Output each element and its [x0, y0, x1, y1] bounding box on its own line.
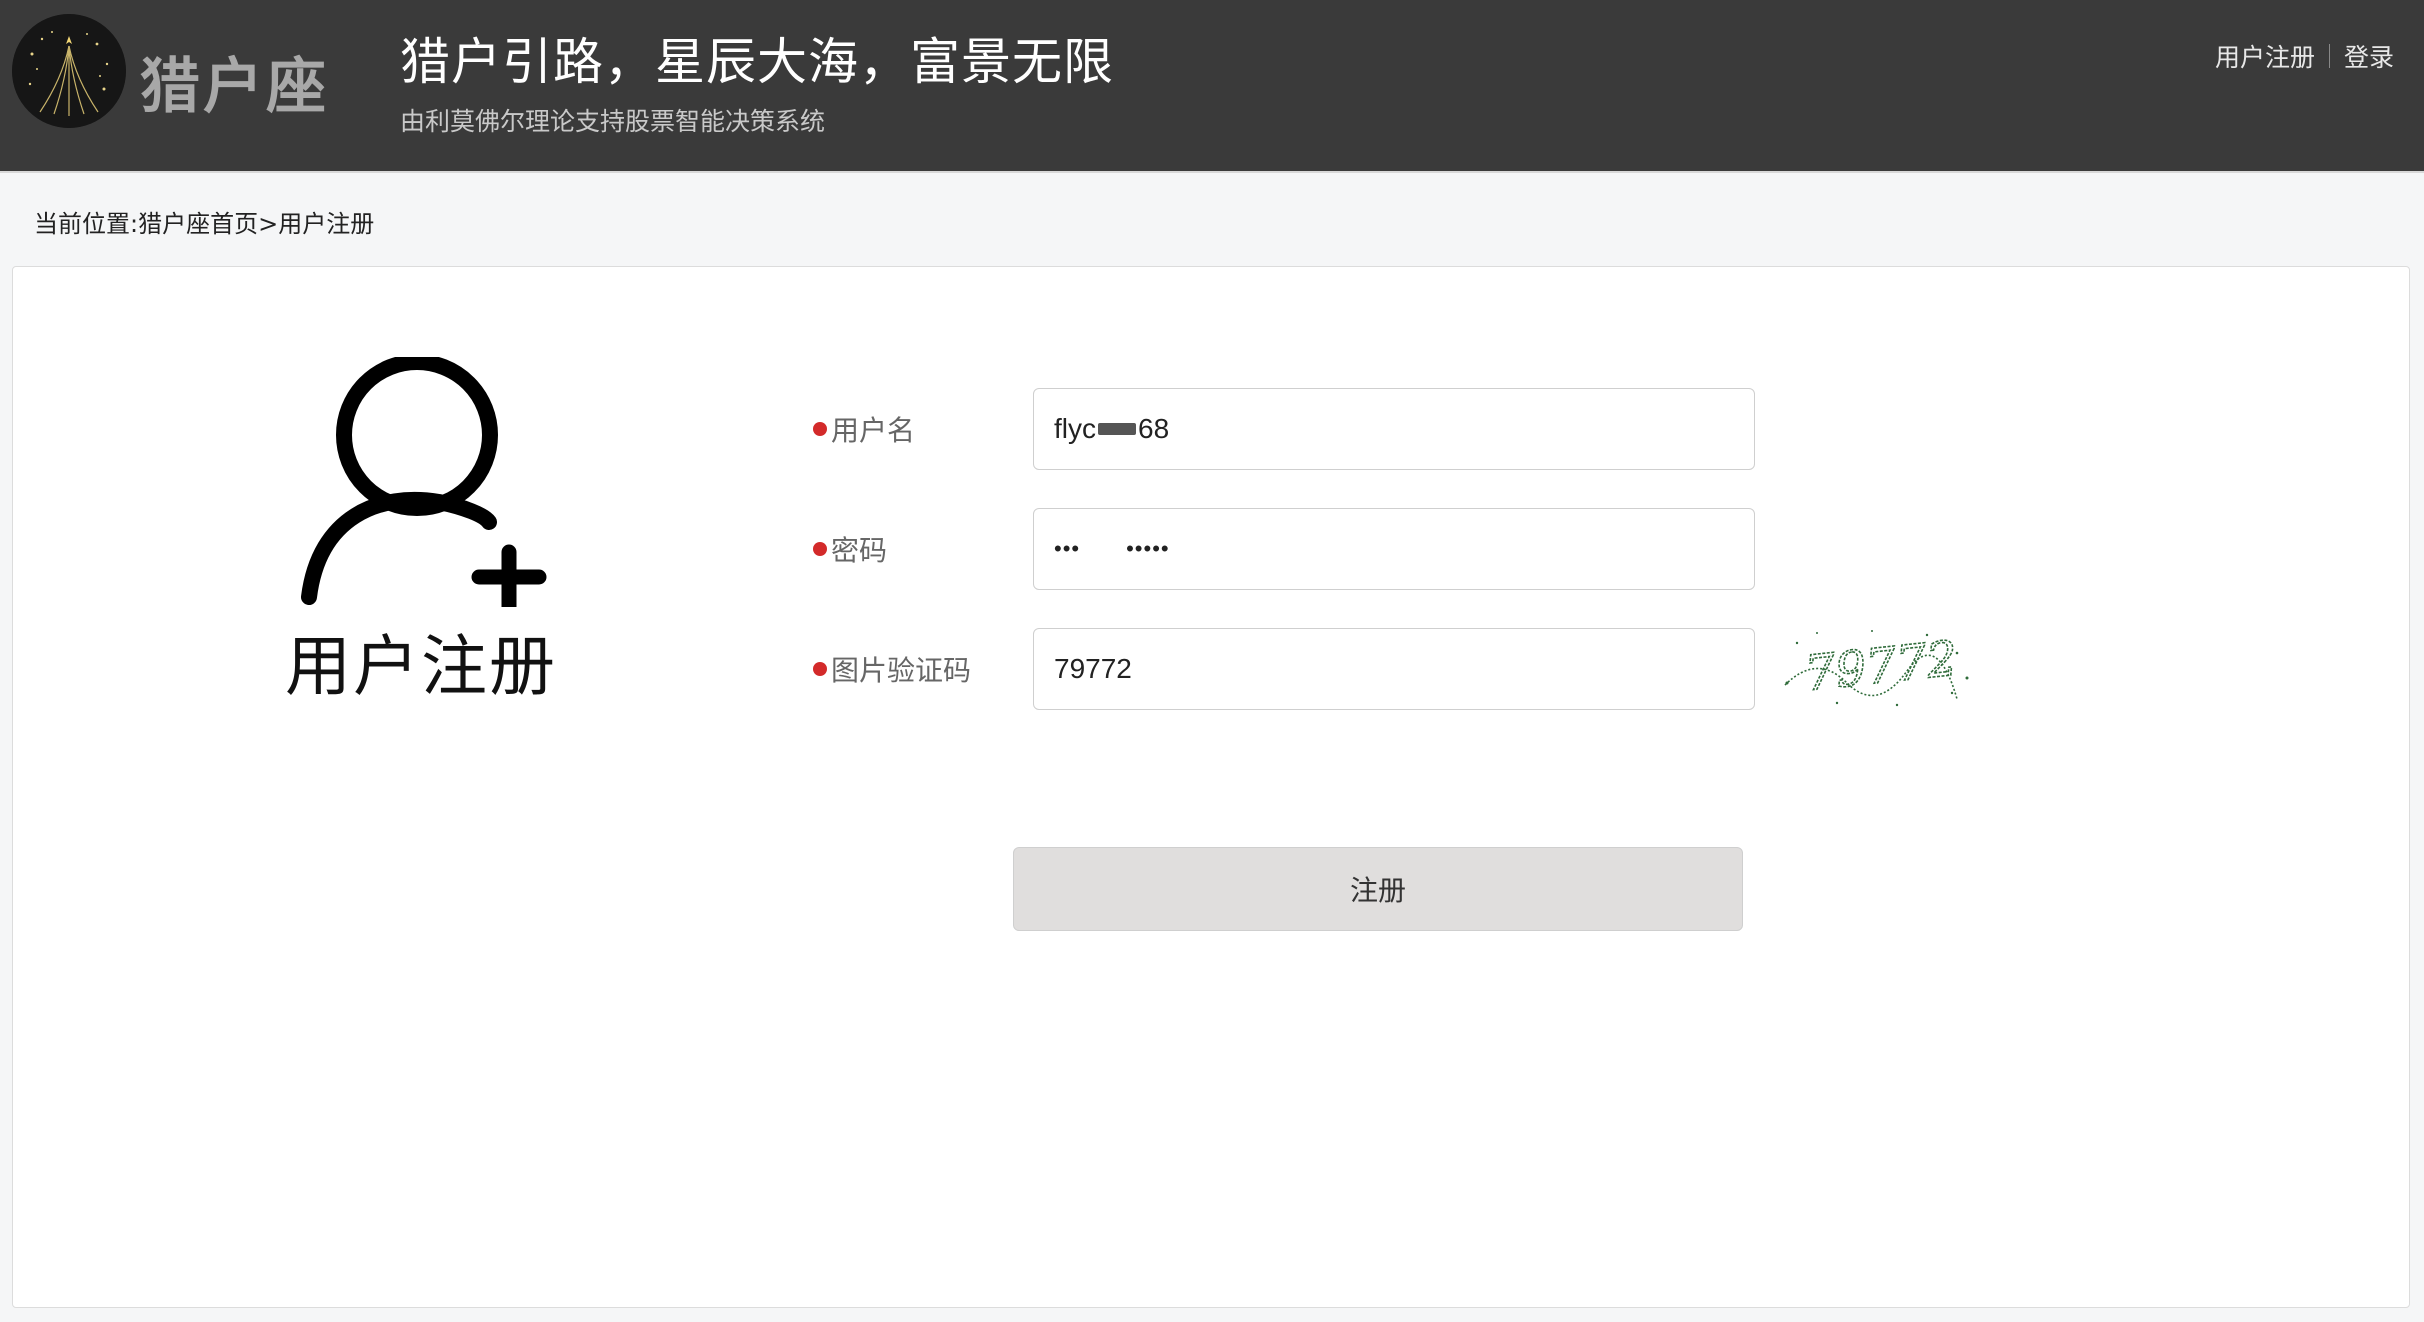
password-label-text: 密码 [831, 534, 888, 567]
username-label: 用户名 [813, 409, 915, 449]
captcha-image[interactable]: 79772 [1777, 623, 1973, 713]
top-header: 猎户座 猎户引路，星辰大海，富景无限 由利莫佛尔理论支持股票智能决策系统 用户注… [0, 0, 2424, 173]
required-dot-icon [813, 542, 827, 556]
password-value-start: ••• [1054, 536, 1081, 561]
breadcrumb-current: 用户注册 [278, 210, 375, 238]
required-dot-icon [813, 422, 827, 436]
register-title: 用户注册 [285, 628, 557, 705]
password-value-end: ••••• [1126, 536, 1170, 561]
username-value-end: 68 [1138, 413, 1170, 444]
breadcrumb-home-link[interactable]: 猎户座首页 [138, 210, 258, 238]
username-input[interactable]: flyc 68 [1033, 388, 1755, 470]
top-links: 用户注册 登录 [2215, 38, 2394, 74]
login-link[interactable]: 登录 [2344, 38, 2394, 74]
header-slogan: 猎户引路，星辰大海，富景无限 [400, 33, 1114, 91]
register-panel: 用户注册 用户名 flyc 68 密码 ••• ••••• 图片验证码 7977… [12, 266, 2410, 1308]
captcha-image-text: 79772 [1802, 631, 1960, 703]
username-value-start: flyc [1054, 413, 1096, 444]
username-label-text: 用户名 [831, 414, 916, 447]
breadcrumb-separator: > [258, 210, 279, 238]
logo-text: 猎户座 [140, 52, 329, 122]
link-divider [2328, 44, 2330, 68]
logo-icon[interactable] [12, 14, 126, 128]
captcha-label-text: 图片验证码 [831, 654, 972, 687]
user-plus-icon [289, 354, 559, 615]
register-button[interactable]: 注册 [1013, 847, 1743, 931]
breadcrumb: 当前位置:猎户座首页>用户注册 [34, 204, 374, 239]
header-subslogan: 由利莫佛尔理论支持股票智能决策系统 [400, 107, 826, 136]
required-dot-icon [813, 662, 827, 676]
breadcrumb-prefix: 当前位置: [34, 210, 139, 238]
password-label: 密码 [813, 529, 887, 569]
redaction-mask [1098, 423, 1136, 435]
password-input[interactable]: ••• ••••• [1033, 508, 1755, 590]
captcha-label: 图片验证码 [813, 649, 971, 689]
register-link[interactable]: 用户注册 [2215, 38, 2315, 74]
captcha-input[interactable]: 79772 [1033, 628, 1755, 710]
captcha-value: 79772 [1054, 653, 1132, 684]
